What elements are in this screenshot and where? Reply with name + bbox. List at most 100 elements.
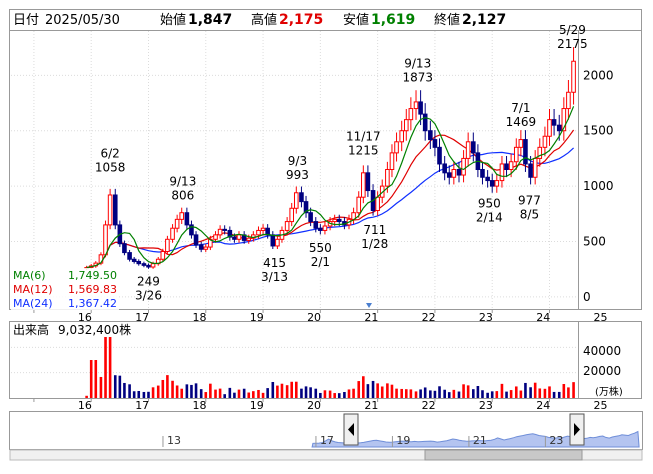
volume-bar: [414, 391, 418, 398]
close-label: 終値: [434, 12, 460, 28]
high-value: 2,175: [279, 12, 323, 28]
price-ytick-label: 0: [583, 290, 591, 304]
volume-bar: [194, 383, 198, 398]
open-value: 1,847: [188, 12, 232, 28]
volume-bar: [175, 385, 179, 398]
candle-body: [437, 146, 442, 165]
candle-body: [270, 234, 276, 247]
candle-body: [136, 260, 142, 265]
volume-bar: [319, 392, 322, 398]
chart-widget: 日付 2025/05/30 始値 1,847 高値 2,175 安値 1,619…: [0, 0, 653, 470]
candle-body: [160, 250, 166, 260]
volume-bar: [567, 387, 570, 398]
volume-bar: [271, 381, 275, 398]
volume-bar: [514, 386, 518, 398]
volume-bar: [500, 383, 504, 398]
annotation-date: 5/29: [559, 23, 586, 37]
cursor-marker-icon[interactable]: [366, 303, 372, 308]
volume-ytick-40000: 40000: [583, 344, 621, 358]
candle-body: [236, 234, 242, 240]
volume-bar: [466, 385, 470, 398]
navigator-scrollbar-thumb[interactable]: [424, 449, 583, 461]
navigator-tick-label: 21: [473, 434, 487, 447]
volume-time-tick-label: 25: [594, 399, 608, 412]
volume-bar: [409, 389, 413, 398]
volume-time-tick-label: 21: [364, 399, 378, 412]
candle-body: [256, 229, 261, 236]
volume-bar: [209, 383, 212, 398]
volume-bar: [252, 391, 255, 398]
volume-bar: [457, 391, 461, 398]
time-tick-label: 17: [135, 311, 149, 324]
candle-body: [107, 194, 113, 226]
volume-bar: [337, 393, 341, 398]
annotation-date: 1/28: [361, 237, 388, 251]
volume-bar: [509, 390, 513, 398]
candle-body: [532, 157, 538, 178]
legend-ma12-label: MA(12): [13, 283, 53, 296]
volume-bar: [128, 384, 131, 398]
candle-body: [361, 172, 366, 198]
volume-bar: [280, 383, 284, 398]
volume-bar: [400, 388, 404, 398]
candle-body: [203, 246, 209, 250]
volume-bar: [285, 385, 289, 398]
volume-time-tick-label: 19: [250, 399, 264, 412]
volume-bar: [395, 388, 398, 398]
candle-body: [385, 169, 390, 187]
volume-bar: [147, 391, 150, 398]
volume-bar: [190, 384, 193, 398]
volume-bar: [166, 375, 169, 398]
annotation-value: 1058: [95, 161, 126, 175]
annotation-date: 2/14: [476, 211, 503, 225]
candle-body: [399, 130, 405, 143]
time-tick-label: 21: [364, 311, 378, 324]
candle-body: [394, 141, 399, 154]
annotation-value: 711: [363, 223, 386, 237]
annotation-value: 806: [171, 189, 194, 203]
volume-bar: [357, 381, 361, 398]
candle-body: [547, 119, 552, 137]
volume-bar: [328, 390, 332, 398]
volume-bar: [237, 389, 241, 398]
volume-bar: [199, 389, 203, 398]
volume-bar: [390, 384, 394, 398]
volume-bar: [104, 327, 107, 398]
volume-bar: [552, 391, 556, 398]
time-tick-label: 19: [250, 311, 264, 324]
volume-bar: [161, 379, 165, 398]
volume-bar: [538, 388, 542, 398]
annotation-value: 550: [309, 241, 332, 255]
candle-body: [246, 237, 252, 241]
volume-bar: [118, 375, 122, 398]
candle-body: [375, 196, 380, 211]
legend-ma24-label: MA(24): [13, 297, 53, 310]
volume-bar: [447, 392, 451, 398]
annotation-date: 3/26: [135, 288, 162, 302]
candle-body: [356, 196, 362, 214]
volume-bar: [352, 388, 355, 398]
annotation-date: 2/1: [311, 255, 330, 269]
price-annotations: 6/210582493/269/138064153/139/39935502/1…: [95, 23, 588, 302]
volume-bar: [314, 388, 318, 398]
annotation-value: 950: [478, 197, 501, 211]
candle-body: [308, 212, 313, 223]
candle-body: [513, 146, 519, 163]
volume-bar: [137, 391, 141, 398]
volume-time-tick-label: 17: [135, 399, 149, 412]
volume-bar: [294, 381, 298, 398]
volume-bar: [543, 388, 547, 398]
candle-body: [265, 227, 270, 236]
volume-bar: [505, 391, 508, 398]
volume-bar: [132, 391, 136, 398]
volume-bar: [89, 360, 93, 398]
range-navigator[interactable]: 13 17 19 21 23: [9, 411, 643, 461]
low-value: 1,619: [371, 12, 415, 28]
annotation-value: 993: [286, 168, 309, 182]
candle-body: [318, 227, 323, 231]
annotation-date: 11/17: [346, 129, 381, 143]
candle-body: [365, 172, 371, 192]
candle-body: [213, 234, 218, 240]
annotation-date: 3/13: [261, 270, 288, 284]
candle-body: [428, 130, 433, 141]
